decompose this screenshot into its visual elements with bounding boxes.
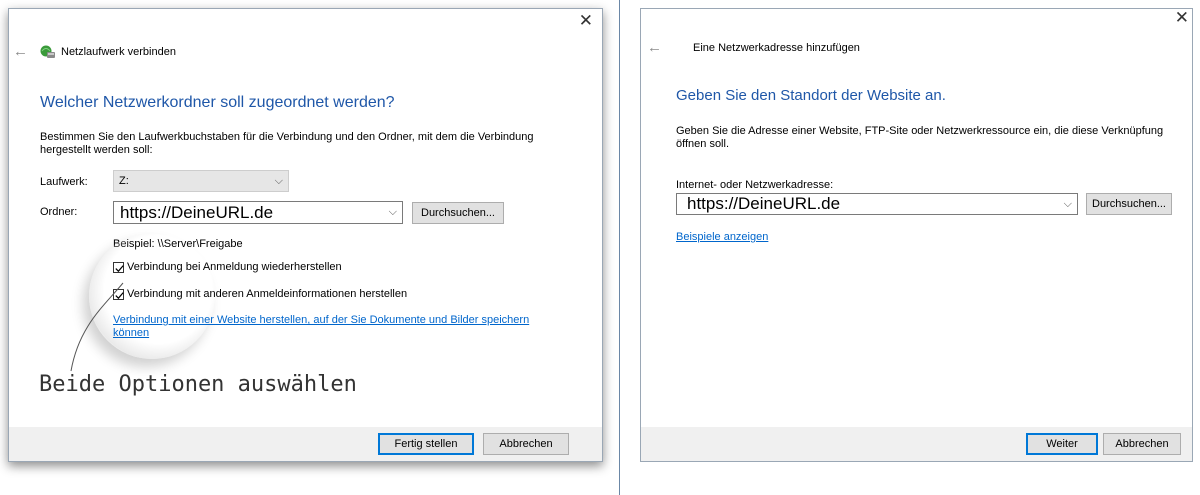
map-network-drive-dialog: ✕ ← Netzlaufwerk verbinden Welcher Netzw…	[8, 8, 603, 462]
cancel-button[interactable]: Abbrechen	[483, 433, 569, 455]
website-connect-link[interactable]: Verbindung mit einer Website herstellen,…	[113, 314, 563, 340]
chevron-down-icon[interactable]: ⌵	[389, 202, 397, 223]
other-credentials-checkbox-row[interactable]: Verbindung mit anderen Anmeldeinformatio…	[113, 288, 407, 300]
drive-label: Laufwerk:	[40, 176, 88, 188]
dialog-footer: Weiter Abbrechen	[641, 427, 1192, 461]
folder-value: https://DeineURL.de	[120, 203, 274, 222]
example-text: Beispiel: \\Server\Freigabe	[113, 238, 243, 250]
network-drive-icon	[40, 45, 56, 64]
chevron-down-icon: ⌵	[274, 175, 283, 187]
dialog-title: Eine Netzwerkadresse hinzufügen	[693, 42, 860, 54]
drive-value: Z:	[119, 175, 129, 187]
annotation-text: Beide Optionen auswählen	[39, 372, 357, 397]
show-examples-link[interactable]: Beispiele anzeigen	[676, 231, 768, 244]
address-input[interactable]: https://DeineURL.de ⌵	[676, 193, 1078, 215]
address-value: https://DeineURL.de	[687, 194, 841, 213]
page-heading: Welcher Netzwerkordner soll zugeordnet w…	[40, 94, 395, 111]
back-arrow-icon[interactable]: ←	[13, 43, 28, 60]
browse-button[interactable]: Durchsuchen...	[1086, 193, 1172, 215]
other-credentials-label: Verbindung mit anderen Anmeldeinformatio…	[127, 288, 408, 300]
cancel-button[interactable]: Abbrechen	[1103, 433, 1181, 455]
close-icon[interactable]: ✕	[579, 11, 593, 31]
image-divider	[619, 0, 620, 495]
dialog-footer: Fertig stellen Abbrechen	[9, 427, 602, 461]
reconnect-checkbox-row[interactable]: Verbindung bei Anmeldung wiederherstelle…	[113, 261, 342, 273]
reconnect-label: Verbindung bei Anmeldung wiederherstelle…	[127, 261, 342, 273]
folder-input[interactable]: https://DeineURL.de ⌵	[113, 201, 403, 224]
drive-select[interactable]: Z: ⌵	[113, 170, 289, 192]
annotation-pointer-line	[70, 282, 124, 372]
page-heading: Geben Sie den Standort der Website an.	[676, 87, 946, 104]
description-text: Bestimmen Sie den Laufwerkbuchstaben für…	[40, 131, 534, 156]
browse-button[interactable]: Durchsuchen...	[412, 202, 504, 224]
add-network-location-dialog: ✕ ← Eine Netzwerkadresse hinzufügen Gebe…	[640, 8, 1193, 462]
dialog-title: Netzlaufwerk verbinden	[61, 46, 176, 58]
address-label: Internet- oder Netzwerkadresse:	[676, 179, 834, 191]
next-button[interactable]: Weiter	[1026, 433, 1098, 455]
chevron-down-icon[interactable]: ⌵	[1064, 194, 1072, 214]
close-icon[interactable]: ✕	[1175, 8, 1189, 28]
description-text: Geben Sie die Adresse einer Website, FTP…	[676, 125, 1164, 150]
reconnect-checkbox[interactable]	[113, 261, 124, 273]
folder-label: Ordner:	[40, 206, 78, 218]
back-arrow-icon[interactable]: ←	[647, 39, 662, 56]
finish-button[interactable]: Fertig stellen	[378, 433, 474, 455]
